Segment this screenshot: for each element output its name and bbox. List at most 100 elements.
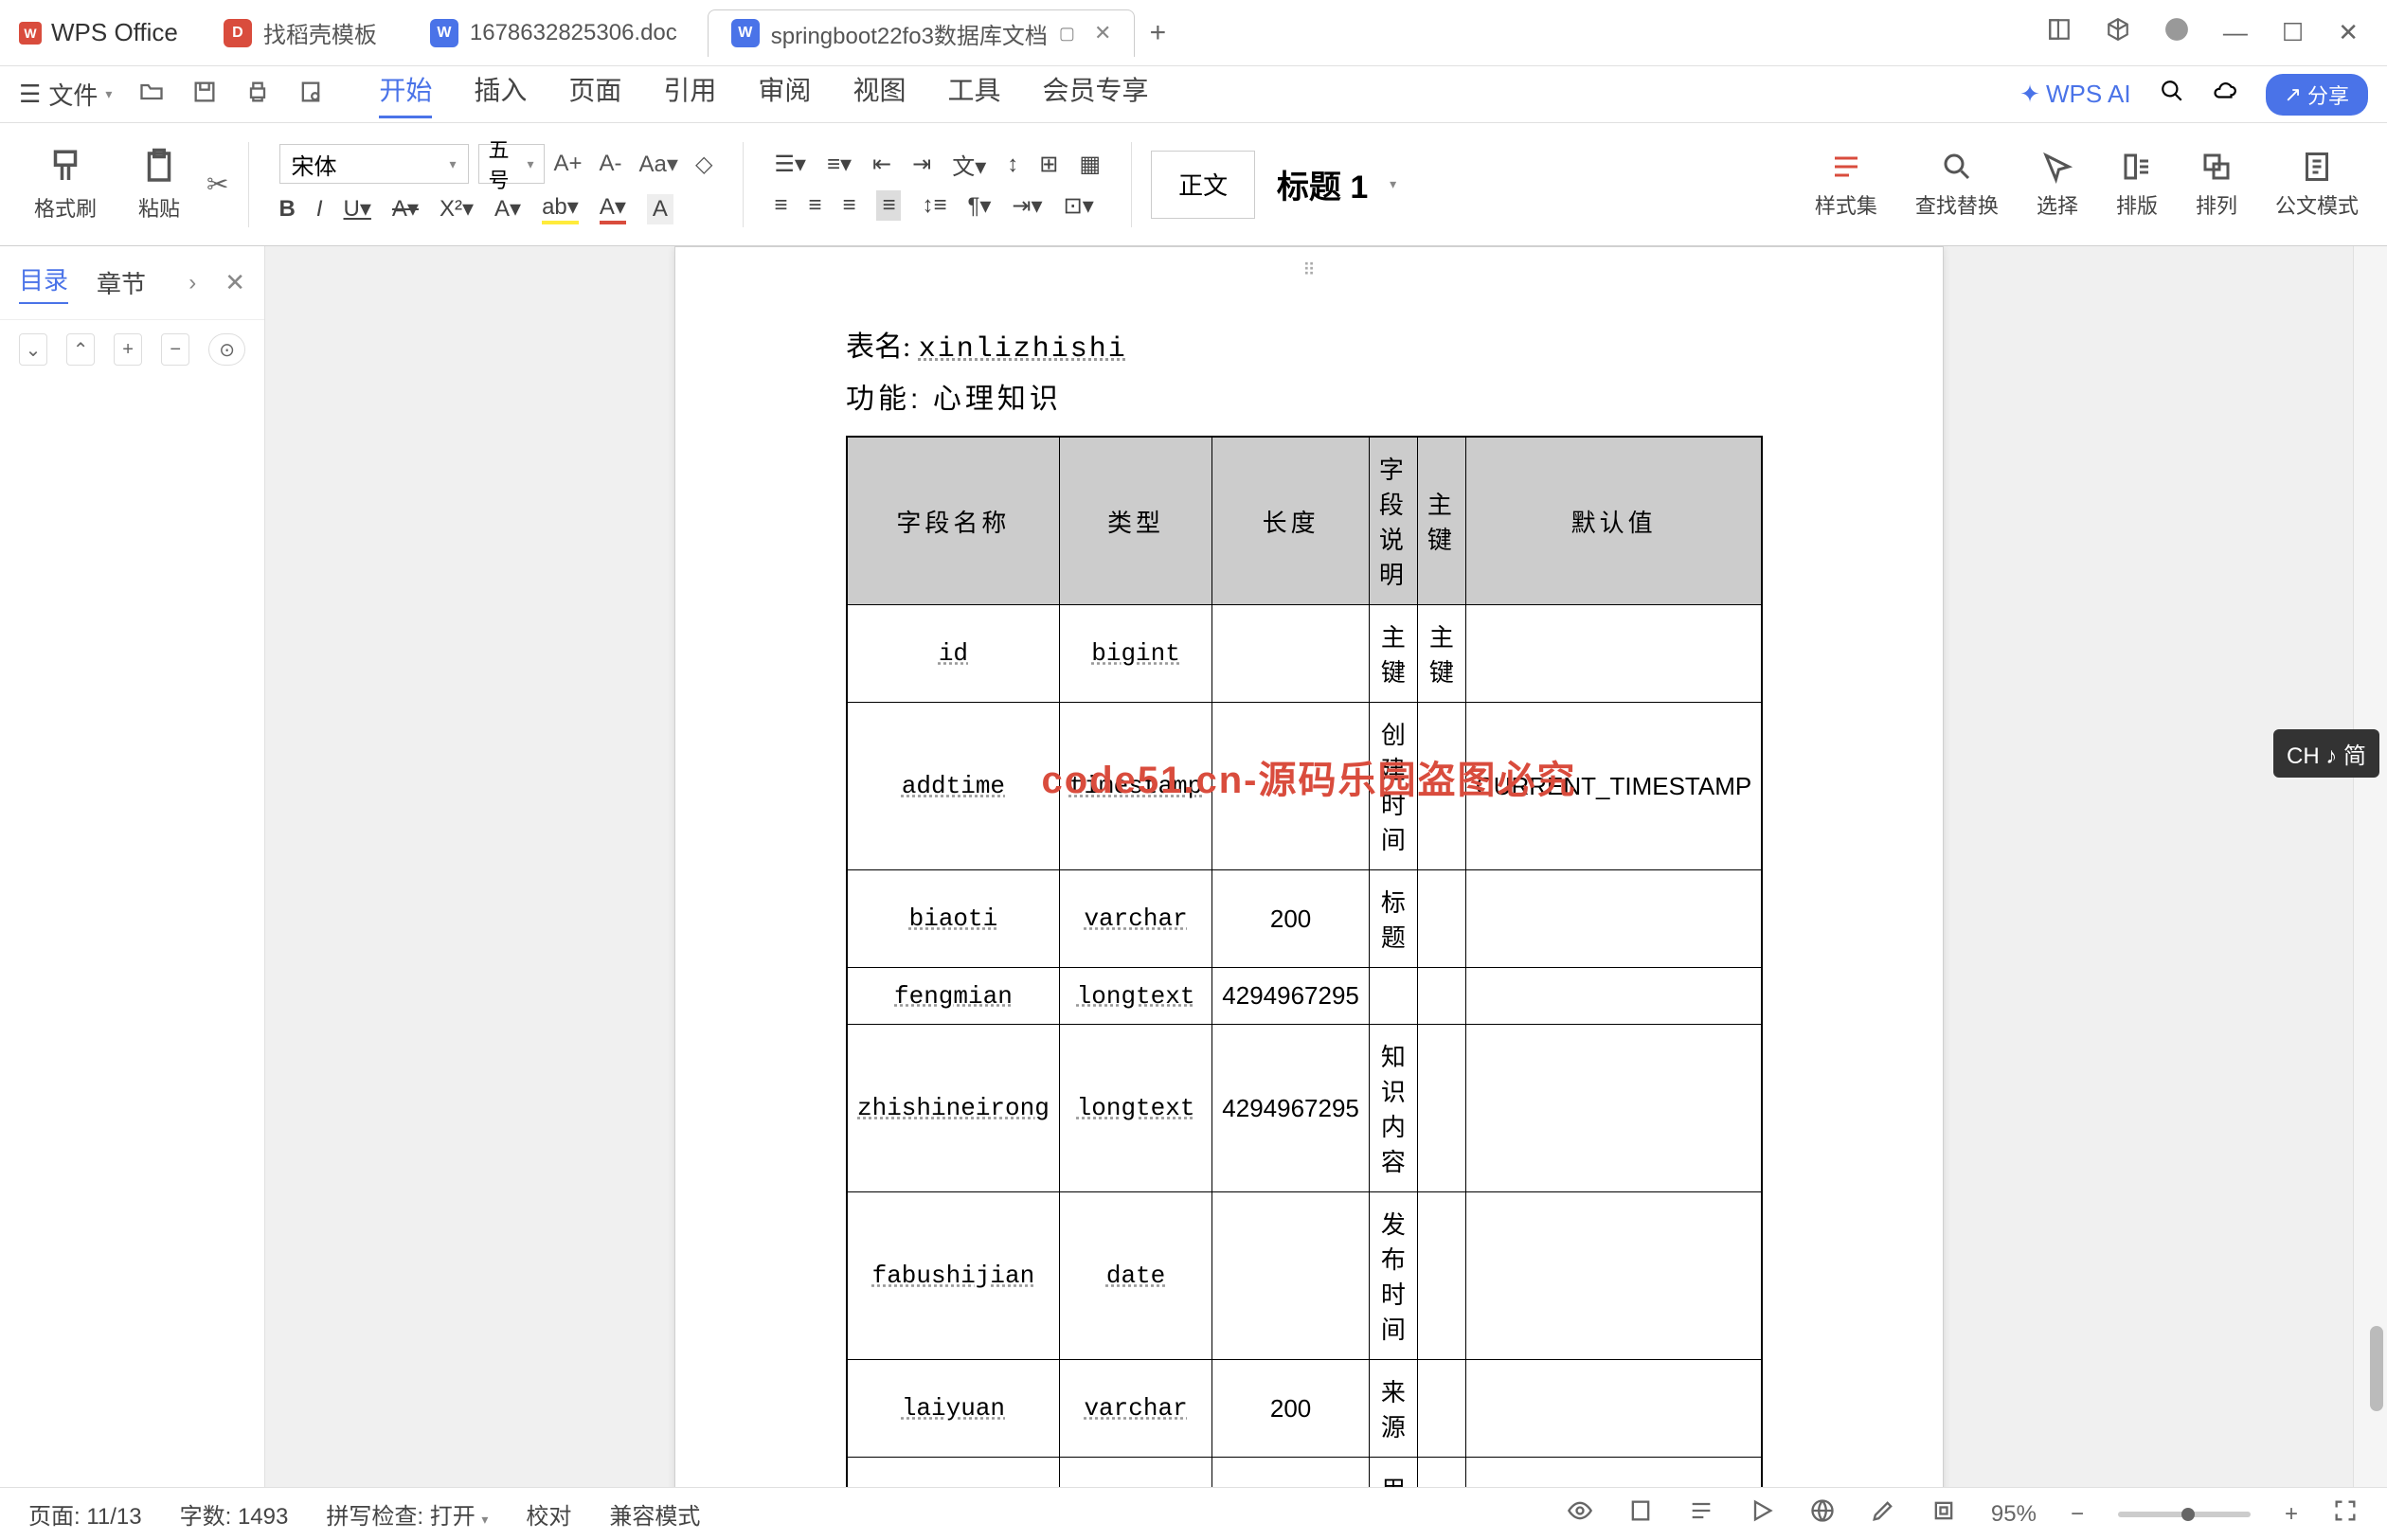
table-header-cell[interactable]: 长度 xyxy=(1212,437,1370,605)
table-header-cell[interactable]: 主键 xyxy=(1417,437,1465,605)
table-cell[interactable]: fabushijian xyxy=(847,1192,1059,1360)
table-cell[interactable]: addtime xyxy=(847,703,1059,870)
table-header-cell[interactable]: 默认值 xyxy=(1465,437,1762,605)
search-icon[interactable] xyxy=(2160,79,2184,110)
cube-icon[interactable] xyxy=(2106,17,2130,48)
arrange-button[interactable]: 排列 xyxy=(2186,150,2247,220)
remove-icon[interactable]: − xyxy=(161,333,189,366)
decrease-font-icon[interactable]: A- xyxy=(600,151,622,178)
print-icon[interactable] xyxy=(244,79,271,110)
superscript-button[interactable]: X²▾ xyxy=(440,195,474,223)
table-cell[interactable] xyxy=(1417,870,1465,968)
db-table-1[interactable]: 字段名称类型长度字段说明主键默认值 idbigint主键主键addtimetim… xyxy=(846,436,1763,1502)
table-cell[interactable] xyxy=(1417,1360,1465,1458)
collapse-icon[interactable]: ⌄ xyxy=(19,333,47,366)
close-window-icon[interactable]: ✕ xyxy=(2338,18,2359,47)
font-size-select[interactable]: 五号▾ xyxy=(478,144,545,184)
format-brush-group[interactable]: 格式刷 xyxy=(19,139,112,230)
globe-icon[interactable] xyxy=(1809,1497,1836,1531)
status-compat[interactable]: 兼容模式 xyxy=(609,1497,700,1531)
status-page[interactable]: 页面: 11/13 xyxy=(28,1497,142,1531)
clear-format-icon[interactable]: ◇ xyxy=(695,151,712,178)
menu-insert[interactable]: 插入 xyxy=(474,70,527,118)
fullscreen-icon[interactable] xyxy=(2332,1497,2359,1531)
page-view-icon[interactable] xyxy=(1627,1497,1654,1531)
select-button[interactable]: 选择 xyxy=(2027,150,2088,220)
page-drag-handle-icon[interactable]: ⠿ xyxy=(1302,260,1315,280)
table-cell[interactable]: 知识内容 xyxy=(1369,1025,1417,1192)
table-cell[interactable] xyxy=(1465,870,1762,968)
close-sidebar-icon[interactable]: ✕ xyxy=(224,268,245,297)
font-color-button[interactable]: A▾ xyxy=(600,193,626,224)
menu-page[interactable]: 页面 xyxy=(568,70,621,118)
outline-view-icon[interactable] xyxy=(1688,1497,1714,1531)
table-cell[interactable]: bigint xyxy=(1059,605,1211,703)
zoom-value[interactable]: 95% xyxy=(1991,1501,2037,1528)
sidebar-tab-toc[interactable]: 目录 xyxy=(19,261,68,304)
table-cell[interactable]: CURRENT_TIMESTAMP xyxy=(1465,703,1762,870)
table-header-cell[interactable]: 类型 xyxy=(1059,437,1211,605)
scrollbar-thumb[interactable] xyxy=(2370,1326,2383,1411)
table-cell[interactable] xyxy=(1369,968,1417,1025)
table-cell[interactable]: 标题 xyxy=(1369,870,1417,968)
strike-button[interactable]: A▾ xyxy=(392,195,419,223)
table-cell[interactable] xyxy=(1417,1025,1465,1192)
tab-icon[interactable]: ⇥▾ xyxy=(1012,192,1042,220)
table-cell[interactable]: id xyxy=(847,605,1059,703)
minimize-icon[interactable]: — xyxy=(2223,18,2248,47)
maximize-icon[interactable]: ☐ xyxy=(2282,18,2304,47)
table-cell[interactable]: biaoti xyxy=(847,870,1059,968)
table-cell[interactable]: 来源 xyxy=(1369,1360,1417,1458)
bullet-list-icon[interactable]: ☰▾ xyxy=(774,151,806,178)
zoom-in-icon[interactable]: + xyxy=(2285,1501,2298,1528)
document-page[interactable]: ⠿ 表名: xinlizhishi 功能: 心理知识 字段名称类型长度字段说明主… xyxy=(674,246,1944,1502)
table-row[interactable]: fengmianlongtext4294967295 xyxy=(847,968,1762,1025)
bold-button[interactable]: B xyxy=(279,196,296,223)
file-menu[interactable]: ☰ 文件 ▾ xyxy=(19,77,112,112)
sidebar-tab-chapters[interactable]: 章节 xyxy=(97,265,146,300)
status-proofread[interactable]: 校对 xyxy=(526,1497,571,1531)
style-normal[interactable]: 正文 xyxy=(1151,151,1255,219)
table-cell[interactable] xyxy=(1465,1025,1762,1192)
menu-reference[interactable]: 引用 xyxy=(663,70,716,118)
increase-indent-icon[interactable]: ⇥ xyxy=(912,151,931,178)
table-cell[interactable] xyxy=(1417,968,1465,1025)
text-effect-button[interactable]: A▾ xyxy=(494,195,521,223)
table-cell[interactable] xyxy=(1212,1192,1370,1360)
menu-review[interactable]: 审阅 xyxy=(758,70,811,118)
table-cell[interactable]: timestamp xyxy=(1059,703,1211,870)
menu-tools[interactable]: 工具 xyxy=(947,70,1000,118)
expand-icon[interactable]: ⌃ xyxy=(66,333,95,366)
close-icon[interactable]: ✕ xyxy=(1094,21,1111,45)
tab-templates[interactable]: D 找稻壳模板 xyxy=(201,9,400,57)
open-folder-icon[interactable] xyxy=(138,79,165,110)
sort-icon2[interactable]: ↕ xyxy=(1007,152,1018,178)
table-cell[interactable]: 创建时间 xyxy=(1369,703,1417,870)
avatar-icon[interactable] xyxy=(2164,17,2189,48)
table-cell[interactable]: 4294967295 xyxy=(1212,968,1370,1025)
table-cell[interactable] xyxy=(1417,703,1465,870)
table-cell[interactable]: date xyxy=(1059,1192,1211,1360)
ime-indicator[interactable]: CH ♪ 简 xyxy=(2273,729,2379,778)
table-cell[interactable]: varchar xyxy=(1059,870,1211,968)
paragraph-spacing-icon[interactable]: ¶▾ xyxy=(967,192,991,220)
table-cell[interactable]: 主键 xyxy=(1369,605,1417,703)
style-more-icon[interactable]: ▾ xyxy=(1390,176,1396,192)
table-cell[interactable]: laiyuan xyxy=(847,1360,1059,1458)
align-right-icon[interactable]: ≡ xyxy=(842,192,855,219)
table-cell[interactable]: 4294967295 xyxy=(1212,1025,1370,1192)
chevron-right-icon[interactable]: › xyxy=(188,270,196,296)
menu-view[interactable]: 视图 xyxy=(852,70,906,118)
table-cell[interactable]: longtext xyxy=(1059,968,1211,1025)
wps-ai-button[interactable]: ✦ WPS AI xyxy=(2019,80,2130,109)
status-words[interactable]: 字数: 1493 xyxy=(180,1497,289,1531)
show-marks-icon[interactable]: ⊡▾ xyxy=(1064,192,1094,220)
table-cell[interactable] xyxy=(1465,968,1762,1025)
shading-icon[interactable]: ▦ xyxy=(1079,151,1101,178)
tab-doc-1[interactable]: W 1678632825306.doc xyxy=(407,9,700,57)
right-tools-sidebar[interactable] xyxy=(2353,246,2387,1502)
table-header-cell[interactable]: 字段名称 xyxy=(847,437,1059,605)
table-cell[interactable]: fengmian xyxy=(847,968,1059,1025)
table-cell[interactable] xyxy=(1465,1192,1762,1360)
eye-icon[interactable] xyxy=(1567,1497,1593,1531)
